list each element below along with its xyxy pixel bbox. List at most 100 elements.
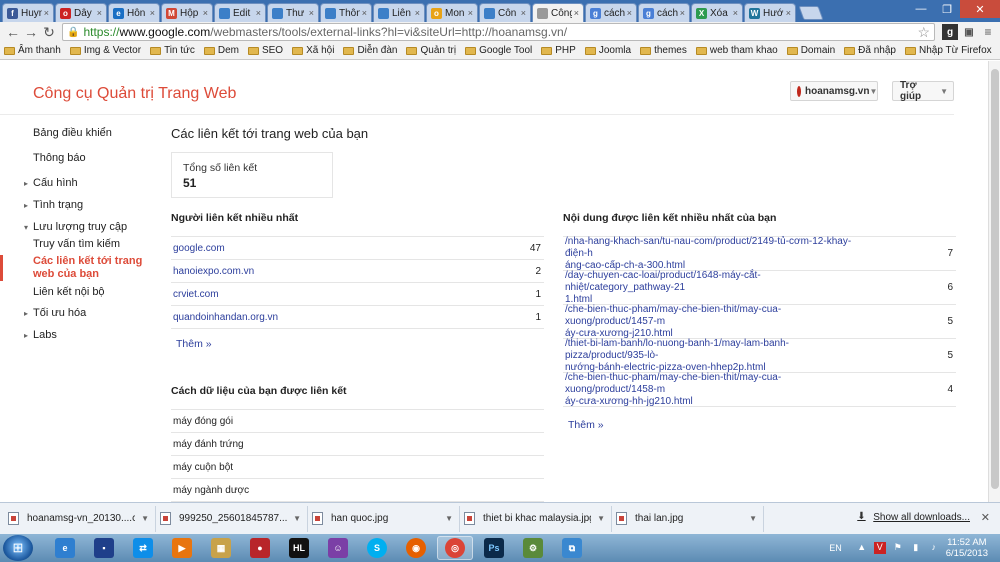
show-all-downloads-link[interactable]: ⬇ Show all downloads... — [857, 511, 970, 523]
start-button[interactable]: ⊞ — [3, 535, 33, 561]
bookmark-folder[interactable]: Đã nhập — [844, 45, 896, 56]
bookmark-folder[interactable]: Âm thanh — [4, 45, 61, 56]
browser-tab[interactable]: Thôn × — [320, 3, 372, 22]
clock[interactable]: 11:52 AM 6/15/2013 — [946, 537, 988, 559]
chevron-down-icon[interactable]: ▼ — [293, 514, 301, 523]
bookmark-folder[interactable]: Nhập Từ Firefox — [904, 45, 992, 56]
sidebar-item-search-queries[interactable]: Truy vấn tìm kiếm — [33, 238, 120, 250]
photoshop-icon[interactable]: Ps — [476, 536, 512, 560]
menu-icon[interactable]: ≡ — [980, 24, 996, 40]
firefox-icon[interactable]: ◉ — [398, 536, 434, 560]
browser-tab[interactable]: fHuyn× — [2, 3, 54, 22]
browser-tab[interactable]: Liên × — [373, 3, 425, 22]
content-link[interactable]: /thiet-bi-lam-banh/lo-nuong-banh-1/may-l… — [563, 338, 863, 374]
sidebar-item-labs[interactable]: ▸ Labs — [24, 329, 57, 341]
browser-tab[interactable]: X Xóa × — [691, 3, 743, 22]
bookmark-folder[interactable]: PHP — [541, 45, 576, 56]
scrollbar-thumb[interactable] — [991, 69, 999, 489]
content-link[interactable]: /day-chuyen-cac-loai/product/1648-máy-cắ… — [563, 270, 863, 306]
more-content-link[interactable]: Thêm » — [568, 419, 604, 431]
page-title[interactable]: Công cụ Quản trị Trang Web — [33, 85, 236, 103]
site-selector[interactable]: hoanamsg.vn ▼ — [790, 81, 878, 101]
app-icon[interactable]: ⧉ — [554, 536, 590, 560]
teamviewer-icon[interactable]: ⇄ — [125, 536, 161, 560]
bookmark-folder[interactable]: Dem — [203, 45, 239, 56]
browser-tab[interactable]: Thư × — [267, 3, 319, 22]
sidebar-item-traffic[interactable]: ▾ Lưu lượng truy cập — [24, 221, 127, 233]
download-item[interactable]: thiet bi khac malaysia.jpg ▼ — [460, 505, 612, 532]
close-icon[interactable]: ✕ — [981, 511, 990, 524]
address-bar[interactable]: 🔒 https:// www.google.com /webmasters/to… — [62, 23, 935, 41]
browser-tab[interactable]: Côn × — [479, 3, 531, 22]
game-icon[interactable]: ● — [242, 536, 278, 560]
tab-close-icon[interactable]: × — [150, 8, 155, 18]
reload-icon[interactable]: ↻ — [40, 23, 58, 41]
skype-icon[interactable]: S — [359, 536, 395, 560]
sidebar-item-links-to-site[interactable]: Các liên kết tới trang web của bạn — [33, 255, 143, 281]
tab-close-icon[interactable]: × — [521, 8, 526, 18]
tab-close-icon[interactable]: × — [627, 8, 632, 18]
page-scrollbar[interactable] — [988, 61, 1000, 502]
bookmark-star-icon[interactable]: ☆ — [917, 24, 930, 41]
volume-icon[interactable]: ♪ — [928, 542, 940, 554]
linker-domain-link[interactable]: quandoinhandan.org.vn — [171, 312, 514, 323]
hl-icon[interactable]: HL — [281, 536, 317, 560]
bookmark-folder[interactable]: Domain — [786, 45, 835, 56]
bookmark-folder[interactable]: themes — [640, 45, 687, 56]
tab-close-icon[interactable]: × — [786, 8, 791, 18]
tab-close-icon[interactable]: × — [733, 8, 738, 18]
tab-close-icon[interactable]: × — [256, 8, 261, 18]
bookmark-folder[interactable]: Joomla — [584, 45, 631, 56]
more-linkers-link[interactable]: Thêm » — [176, 338, 212, 350]
browser-tab[interactable]: g cách × — [638, 3, 690, 22]
download-item[interactable]: thai lan.jpg ▼ — [612, 505, 764, 532]
browser-tab[interactable]: Công× — [532, 3, 584, 22]
ie-icon[interactable]: e — [47, 536, 83, 560]
minimize-icon[interactable]: — — [908, 0, 934, 18]
tab-close-icon[interactable]: × — [309, 8, 314, 18]
tab-close-icon[interactable]: × — [44, 8, 49, 18]
flag-icon[interactable]: ⚑ — [892, 542, 904, 554]
yahoo-messenger-icon[interactable]: ☺ — [320, 536, 356, 560]
back-icon[interactable]: ← — [4, 23, 22, 41]
sidebar-item-internal-links[interactable]: Liên kết nội bộ — [33, 286, 105, 298]
extension-icon[interactable]: ▣ — [961, 24, 977, 40]
network-status-icon[interactable]: ▮ — [910, 542, 922, 554]
content-link[interactable]: /che-bien-thuc-pham/may-che-bien-thit/ma… — [563, 304, 863, 340]
tab-close-icon[interactable]: × — [362, 8, 367, 18]
bookmark-folder[interactable]: Quản trị — [406, 45, 456, 56]
maximize-icon[interactable]: ❐ — [934, 0, 960, 18]
media-player-icon[interactable]: ▶ — [164, 536, 200, 560]
chevron-down-icon[interactable]: ▼ — [141, 514, 149, 523]
tab-close-icon[interactable]: × — [468, 8, 473, 18]
close-window-icon[interactable]: ✕ — [960, 0, 1000, 18]
tab-close-icon[interactable]: × — [203, 8, 208, 18]
forward-icon[interactable]: → — [22, 23, 40, 41]
chevron-down-icon[interactable]: ▼ — [597, 514, 605, 523]
sidebar-item-messages[interactable]: Thông báo — [33, 152, 86, 164]
chevron-down-icon[interactable]: ▼ — [445, 514, 453, 523]
chrome-icon[interactable]: ◎ — [437, 536, 473, 560]
browser-tab[interactable]: g cách × — [585, 3, 637, 22]
browser-tab[interactable]: Edit × — [214, 3, 266, 22]
browser-tab[interactable]: M Hộp × — [161, 3, 213, 22]
help-button[interactable]: Trợ giúp ▼ — [892, 80, 954, 102]
chevron-down-icon[interactable]: ▼ — [749, 514, 757, 523]
download-item[interactable]: hoanamsg-vn_20130....csv ▼ — [4, 505, 156, 532]
bookmark-folder[interactable]: Xã hội — [292, 45, 334, 56]
browser-tab[interactable]: o Mon × — [426, 3, 478, 22]
download-item[interactable]: han quoc.jpg ▼ — [308, 505, 460, 532]
sidebar-item-health[interactable]: ▸ Tình trạng — [24, 199, 83, 211]
show-hidden-icon[interactable]: ▲ — [856, 542, 868, 554]
goodreads-extension-icon[interactable]: g — [942, 24, 958, 40]
sidebar-item-dashboard[interactable]: Bảng điều khiển — [33, 127, 112, 139]
save-disk-icon[interactable]: ▪ — [86, 536, 122, 560]
tab-close-icon[interactable]: × — [680, 8, 685, 18]
bookmark-folder[interactable]: Diễn đàn — [343, 45, 397, 56]
bookmark-folder[interactable]: SEO — [247, 45, 283, 56]
bookmark-folder[interactable]: web tham khao — [695, 45, 778, 56]
browser-tab[interactable]: e Hỗn × — [108, 3, 160, 22]
content-link[interactable]: /nha-hang-khach-san/tu-nau-com/product/2… — [563, 236, 863, 272]
sidebar-item-optimization[interactable]: ▸ Tối ưu hóa — [24, 307, 86, 319]
language-indicator[interactable]: EN — [829, 543, 842, 553]
